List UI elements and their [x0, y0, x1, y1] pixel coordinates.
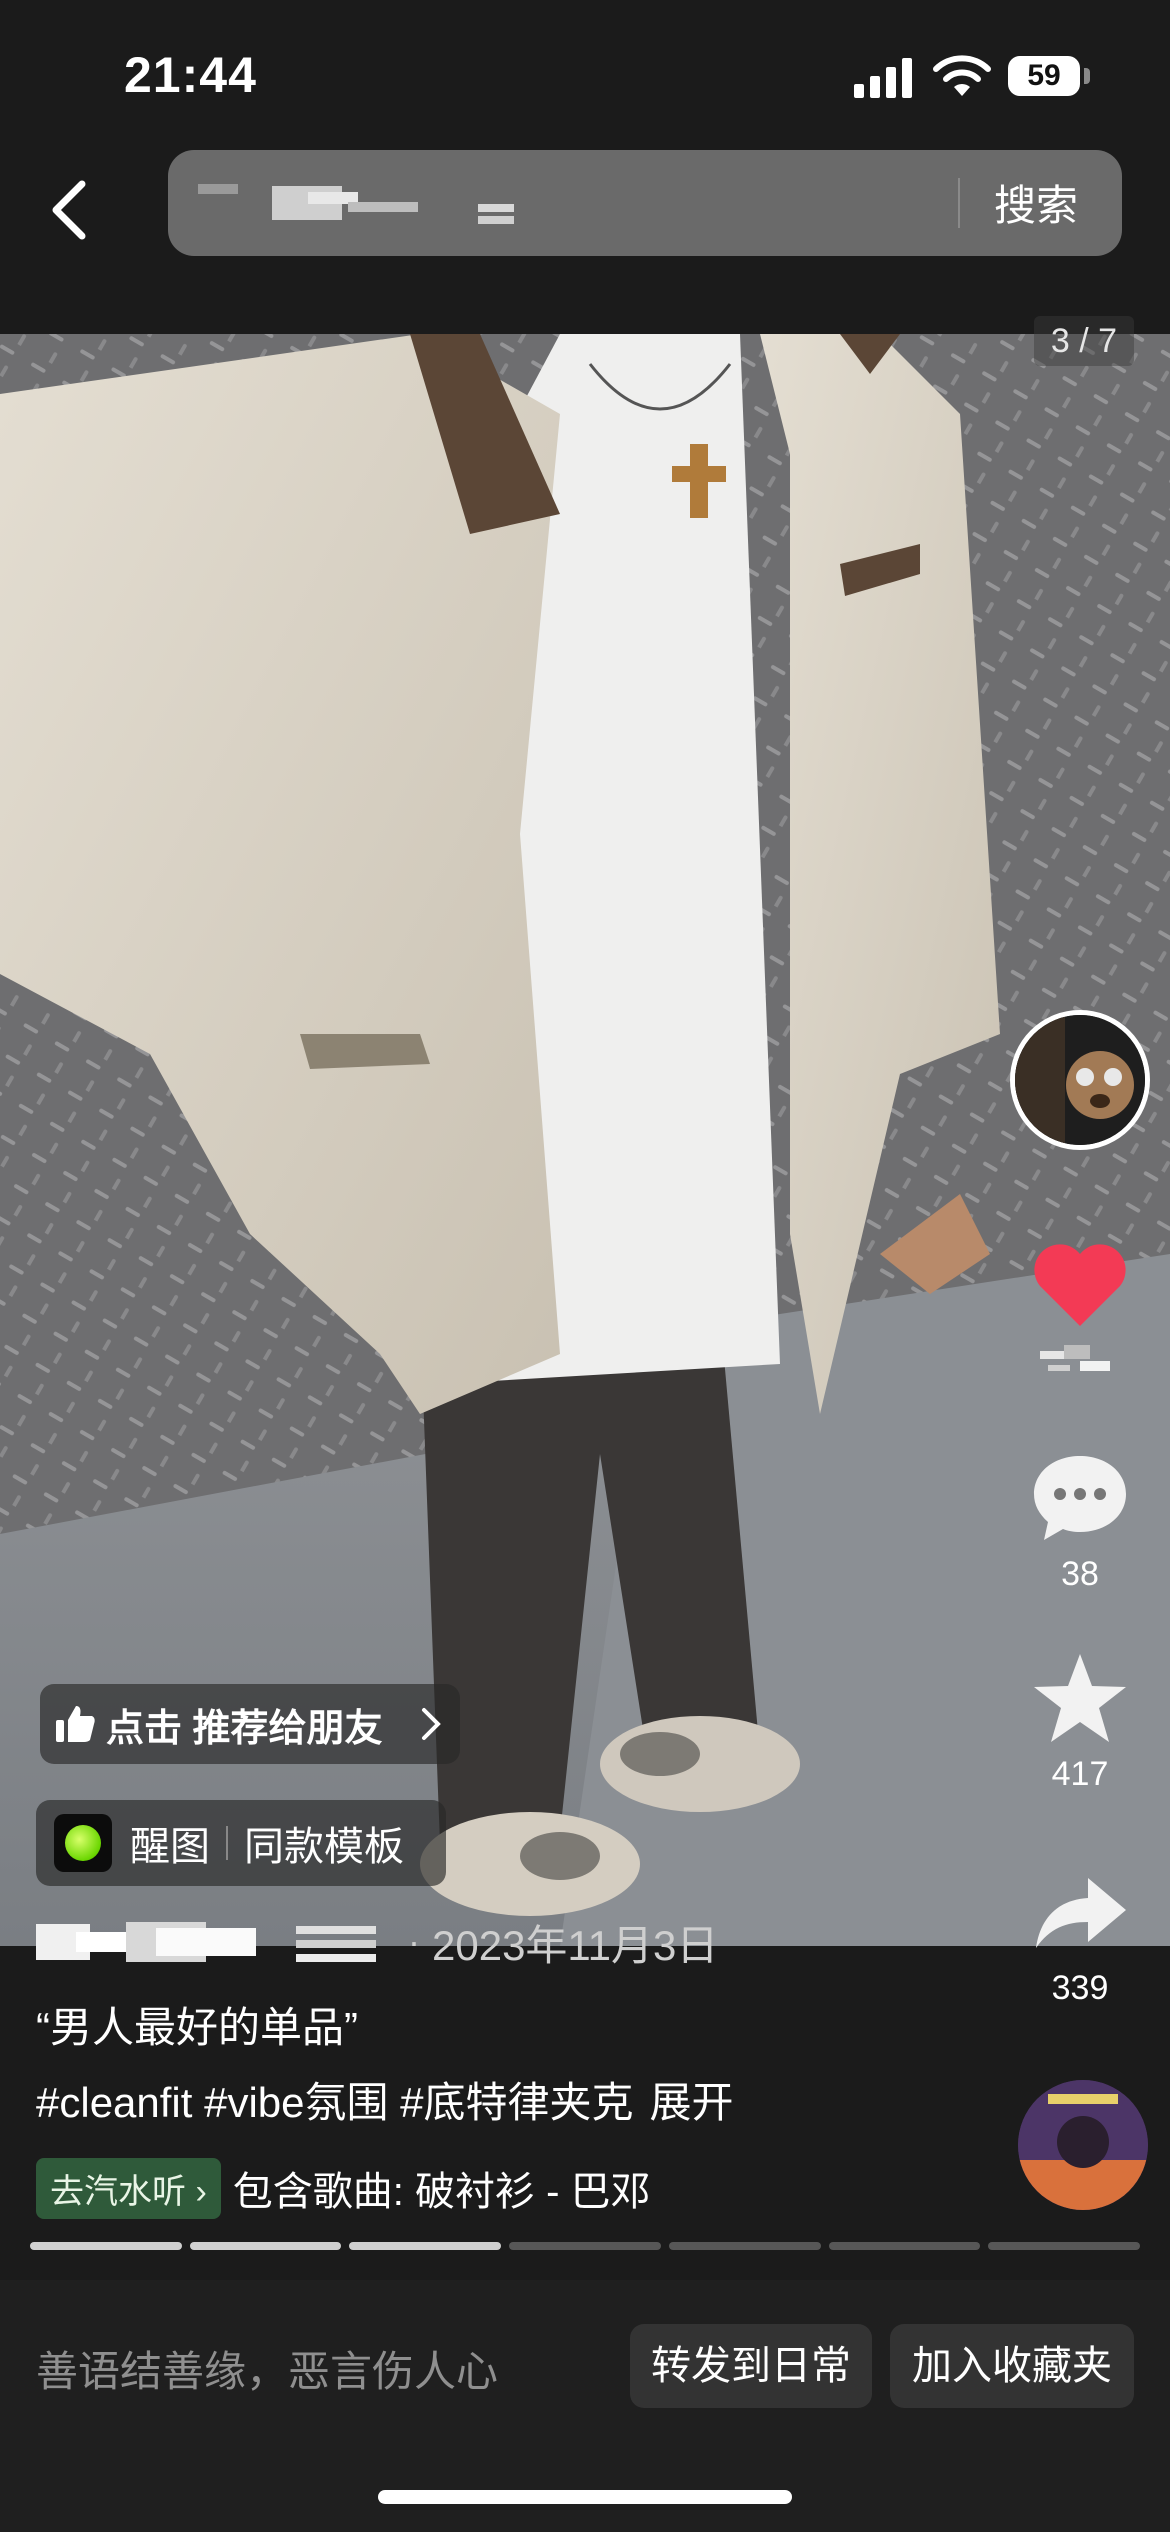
image-progress: [30, 2242, 1141, 2250]
post-meta: · 2023年11月3日 “男人最好的单品” #cleanfit #vibe氛围…: [36, 1912, 996, 2219]
expand-button[interactable]: 展开: [650, 2079, 734, 2126]
share-button[interactable]: 339: [1020, 1870, 1140, 2008]
comment-count: 38: [1061, 1555, 1099, 1593]
wifi-icon: [933, 55, 991, 96]
progress-segment: [189, 2242, 342, 2250]
music-row: 去汽水听 › 包含歌曲: 破衬衫 - 巴邓: [36, 2157, 996, 2219]
cellular-signal-icon: [854, 58, 912, 98]
action-rail: 38 417 339: [1010, 1010, 1160, 2210]
author-avatar[interactable]: [1010, 1010, 1150, 1150]
thumbs-up-icon: [56, 1706, 95, 1742]
battery-level: 59: [1008, 56, 1080, 96]
search-divider: [958, 178, 960, 228]
comment-bubble-icon: [1034, 1456, 1126, 1540]
search-header: 搜索: [0, 150, 1170, 330]
recommend-to-friends-button[interactable]: 点击 推荐给朋友: [40, 1684, 460, 1764]
listen-in-qishui-button[interactable]: 去汽水听 ›: [36, 2157, 221, 2219]
post-title: “男人最好的单品”: [36, 2004, 358, 2051]
favorite-button[interactable]: 417: [1020, 1650, 1140, 1794]
chevron-right-icon: [422, 1708, 441, 1740]
template-divider: [226, 1826, 228, 1860]
hashtags[interactable]: #cleanfit #vibe氛围 #底特律夹克: [36, 2079, 634, 2126]
xingtu-app-logo-icon: [54, 1814, 112, 1872]
progress-segment: [509, 2242, 661, 2250]
comment-input[interactable]: 善语结善缘，恶言伤人心: [36, 2338, 498, 2399]
template-app-name: 醒图: [130, 1825, 210, 1869]
music-disc[interactable]: [1018, 2080, 1148, 2210]
share-arrow-icon: [1036, 1878, 1126, 1948]
share-to-daily-button[interactable]: 转发到日常: [630, 2324, 872, 2408]
progress-segment: [988, 2242, 1141, 2250]
meta-separator-dot: ·: [408, 1921, 420, 1962]
back-button[interactable]: [36, 170, 106, 250]
progress-segment: [668, 2242, 821, 2250]
progress-segment: [349, 2242, 502, 2250]
same-template-button[interactable]: 醒图 同款模板: [36, 1800, 446, 1886]
heart-icon: [1034, 1244, 1126, 1326]
search-query-redacted: [198, 184, 514, 224]
page-indicator: 3 / 7: [1034, 316, 1134, 366]
share-count: 339: [1051, 1969, 1109, 2007]
author-line: · 2023年11月3日: [36, 1912, 996, 1972]
author-name-redacted[interactable]: [36, 1918, 396, 1966]
template-label: 同款模板: [244, 1825, 404, 1869]
status-time: 21:44: [124, 47, 257, 103]
post-tags: #cleanfit #vibe氛围 #底特律夹克 展开: [36, 2069, 996, 2130]
progress-segment: [828, 2242, 981, 2250]
add-to-collection-button[interactable]: 加入收藏夹: [890, 2324, 1134, 2408]
search-input[interactable]: 搜索: [168, 150, 1122, 256]
search-button[interactable]: 搜索: [994, 172, 1078, 233]
like-button[interactable]: [1020, 1240, 1140, 1377]
music-info[interactable]: 包含歌曲: 破衬衫 - 巴邓: [233, 2159, 793, 2217]
star-icon: [1034, 1654, 1126, 1742]
comment-button[interactable]: 38: [1020, 1450, 1140, 1594]
battery-icon: 59: [1008, 56, 1090, 96]
home-indicator[interactable]: [378, 2490, 792, 2504]
post-date: 2023年11月3日: [432, 1921, 719, 1969]
progress-segment: [30, 2242, 182, 2250]
recommend-label: 点击 推荐给朋友: [106, 1707, 383, 1750]
like-count-redacted: [1040, 1345, 1110, 1371]
favorite-count: 417: [1051, 1755, 1109, 1793]
status-bar: 21:44 59: [0, 0, 1170, 150]
